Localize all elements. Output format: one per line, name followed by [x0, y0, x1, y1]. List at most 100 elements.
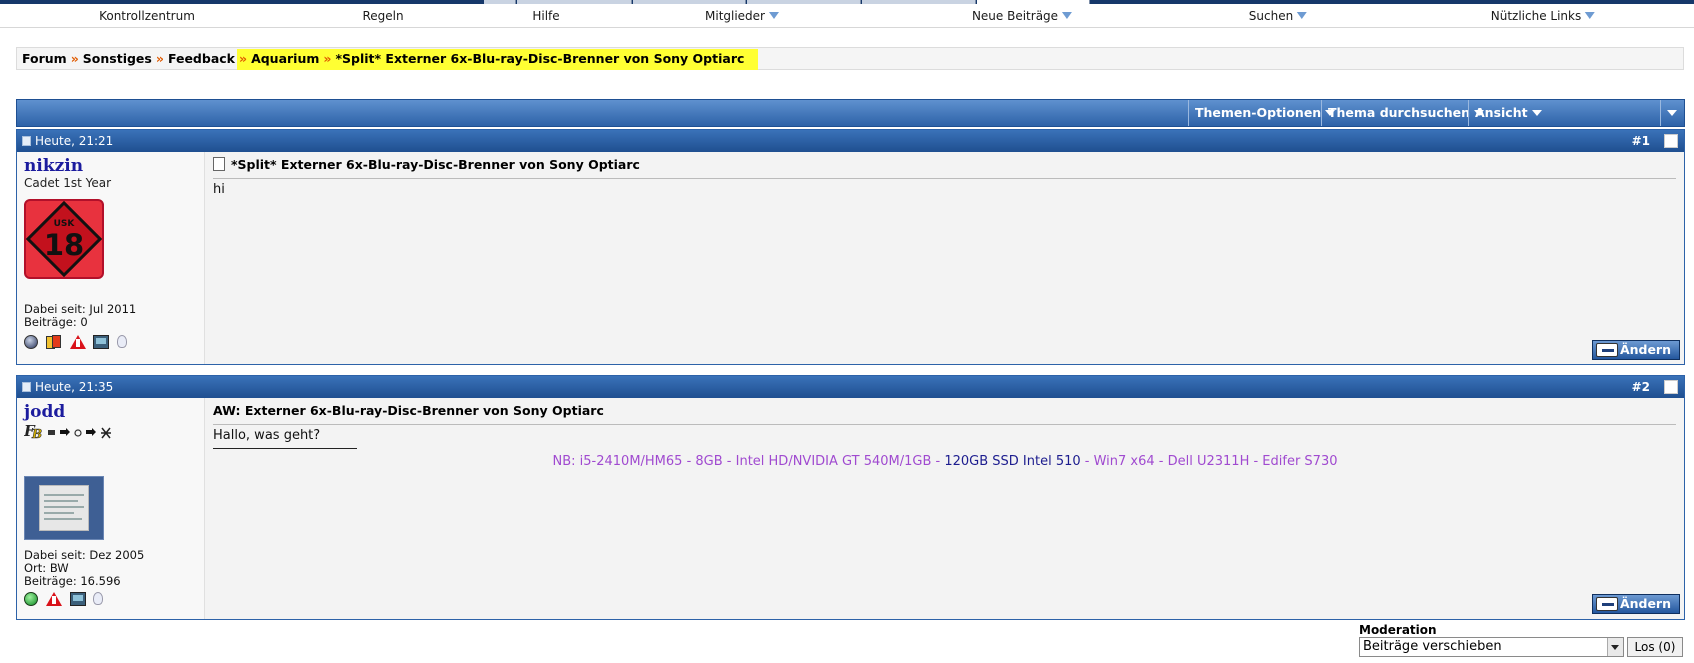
post-document-icon — [22, 136, 31, 146]
thread-toolbar: Themen-Optionen Thema durchsuchen Ansich… — [16, 99, 1685, 127]
nav-mitglieder[interactable]: Mitglieder — [705, 4, 779, 28]
dropdown-arrow-icon — [1667, 110, 1677, 116]
nav-label: Neue Beiträge — [971, 9, 1059, 23]
user-info-pane: jodd F B Dabei seit: Dez 2005 Ort: BW Be… — [17, 398, 205, 619]
avatar-age-text: 18 — [43, 228, 85, 262]
breadcrumb-sonstiges[interactable]: Sonstiges — [83, 51, 152, 66]
lightbulb-icon[interactable] — [93, 592, 104, 605]
breadcrumb: Forum» Sonstiges» Feedback» Aquarium» *Split… — [16, 47, 1684, 70]
computer-icon[interactable] — [93, 334, 110, 349]
breadcrumb-separator: » — [70, 51, 79, 66]
post-document-icon — [22, 382, 31, 392]
warning-icon[interactable] — [45, 591, 62, 606]
edit-pen-icon — [1596, 597, 1618, 611]
computer-icon[interactable] — [69, 591, 86, 606]
post-content: *Split* Externer 6x-Blu-ray-Disc-Brenner… — [206, 152, 1684, 364]
user-title: Cadet 1st Year — [24, 176, 112, 190]
cards-icon[interactable] — [45, 334, 62, 349]
breadcrumb-highlight: » Aquarium» *Split* Externer 6x-Blu-ray-Di… — [236, 49, 759, 70]
search-thread-button[interactable]: Thema durchsuchen — [1321, 100, 1490, 126]
moderation-select[interactable]: Beiträge verschieben — [1359, 637, 1624, 657]
username-link[interactable]: nikzin — [24, 156, 83, 176]
svg-text:B: B — [31, 427, 42, 440]
view-button[interactable]: Ansicht — [1468, 100, 1548, 126]
moderation-label: Moderation — [1359, 623, 1437, 637]
avatar-line — [44, 494, 84, 496]
nav-hilfe[interactable]: Hilfe — [532, 4, 559, 28]
post-date: Heute, 21:35 — [35, 380, 114, 394]
avatar-line — [44, 512, 74, 514]
moderation-selected-value: Beiträge verschieben — [1363, 639, 1502, 654]
edit-label: Ändern — [1619, 342, 1671, 357]
nav-kontrollzentrum[interactable]: Kontrollzentrum — [99, 4, 195, 28]
breadcrumb-forum[interactable]: Forum — [22, 51, 67, 66]
post-2: Heute, 21:35 #2 jodd F B Dabei seit: Dez… — [16, 375, 1685, 620]
avatar[interactable] — [24, 476, 104, 540]
avatar-page — [39, 485, 89, 531]
breadcrumb-current-thread: *Split* Externer 6x-Blu-ray-Disc-Brenner… — [335, 51, 745, 66]
nav-nuetzliche-links[interactable]: Nützliche Links — [1490, 4, 1596, 28]
view-label: Ansicht — [1475, 105, 1528, 120]
post-1: Heute, 21:21 #1 nikzin Cadet 1st Year US… — [16, 129, 1685, 365]
thread-options-button[interactable]: Themen-Optionen — [1188, 100, 1341, 126]
signature-divider — [213, 448, 357, 449]
warning-icon[interactable] — [69, 334, 86, 349]
edit-button[interactable]: Ändern — [1592, 340, 1680, 360]
navbar: Kontrollzentrum Regeln Hilfe Mitglieder … — [0, 4, 1694, 28]
dropdown-triangle-icon — [1297, 12, 1308, 19]
user-post-count: Beiträge: 16.596 — [24, 574, 121, 588]
post-select-checkbox[interactable] — [1664, 134, 1678, 148]
avatar[interactable]: USK 18 — [24, 199, 104, 279]
lightbulb-icon[interactable] — [117, 335, 128, 348]
post-title: AW: Externer 6x-Blu-ray-Disc-Brenner von… — [213, 403, 1676, 425]
moderation-go-button[interactable]: Los (0) — [1627, 637, 1683, 657]
edit-button[interactable]: Ändern — [1592, 594, 1680, 614]
avatar-line — [44, 506, 84, 508]
breadcrumb-aquarium[interactable]: Aquarium — [251, 51, 319, 66]
avatar-line — [44, 518, 82, 520]
edit-pen-icon — [1596, 343, 1618, 357]
user-icons — [24, 334, 131, 352]
nav-label: Suchen — [1248, 9, 1294, 23]
nav-neue-beitraege[interactable]: Neue Beiträge — [971, 4, 1073, 28]
breadcrumb-feedback[interactable]: Feedback — [168, 51, 235, 66]
post-header: Heute, 21:35 #2 — [17, 376, 1684, 398]
nav-regeln[interactable]: Regeln — [362, 4, 403, 28]
offline-status-icon — [24, 334, 38, 349]
dropdown-triangle-icon — [1585, 12, 1596, 19]
post-date: Heute, 21:21 — [35, 134, 114, 148]
nav-label: Mitglieder — [705, 9, 765, 23]
nav-suchen[interactable]: Suchen — [1248, 4, 1308, 28]
user-icons — [24, 591, 107, 609]
nav-label: Hilfe — [532, 9, 560, 23]
dropdown-triangle-icon — [769, 12, 779, 19]
post-title-text: AW: Externer 6x-Blu-ray-Disc-Brenner von… — [213, 403, 604, 418]
signature: NB: i5-2410M/HM65 - 8GB - Intel HD/NVIDI… — [206, 454, 1684, 469]
nav-label: Kontrollzentrum — [99, 9, 195, 23]
post-number-link[interactable]: #2 — [1632, 376, 1650, 398]
user-info-pane: nikzin Cadet 1st Year USK 18 Dabei seit:… — [17, 152, 205, 364]
post-select-checkbox[interactable] — [1664, 380, 1678, 394]
signature-text-highlight: 120GB SSD Intel 510 — [944, 454, 1081, 469]
select-arrow-icon — [1607, 638, 1623, 656]
online-status-icon — [24, 591, 38, 606]
toolbar-collapse-button[interactable] — [1660, 100, 1685, 126]
post-title-text: *Split* Externer 6x-Blu-ray-Disc-Brenner… — [231, 157, 640, 172]
user-post-count: Beiträge: 0 — [24, 315, 88, 329]
post-header: Heute, 21:21 #1 — [17, 130, 1684, 152]
breadcrumb-separator: » — [238, 51, 248, 66]
post-number-link[interactable]: #1 — [1632, 130, 1650, 152]
search-thread-label: Thema durchsuchen — [1328, 105, 1471, 120]
dropdown-triangle-icon — [1062, 12, 1073, 19]
post-title: *Split* Externer 6x-Blu-ray-Disc-Brenner… — [213, 157, 1676, 179]
user-rank-image: F B — [24, 422, 111, 440]
signature-text: - Win7 x64 - Dell U2311H - Edifer S730 — [1080, 454, 1338, 469]
breadcrumb-separator: » — [155, 51, 164, 66]
nav-label: Nützliche Links — [1490, 9, 1582, 23]
avatar-line — [44, 500, 78, 502]
post-title-document-icon — [213, 157, 225, 171]
username-link[interactable]: jodd — [24, 402, 65, 422]
post-body: Hallo, was geht? — [213, 428, 321, 443]
post-body: hi — [213, 182, 225, 197]
breadcrumb-separator: » — [323, 51, 332, 66]
